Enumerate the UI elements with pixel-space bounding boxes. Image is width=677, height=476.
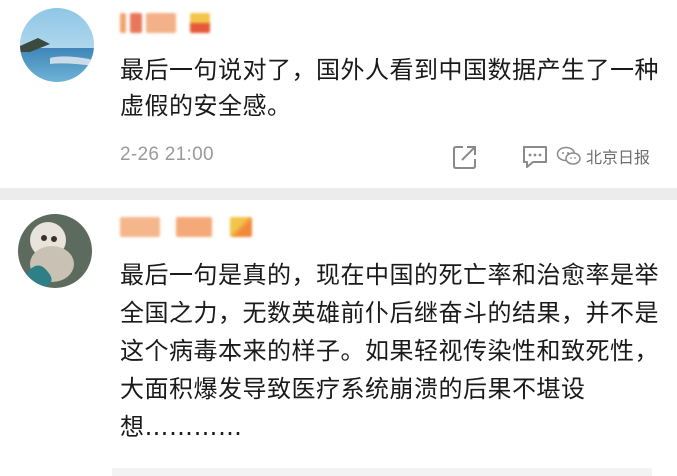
redacted-name-part [120,13,126,33]
share-icon [453,146,476,169]
avatar[interactable] [18,214,92,288]
redacted-name-part [120,217,160,237]
avatar-image [20,8,94,82]
redacted-name-part [164,217,172,237]
comment-button[interactable] [520,142,550,172]
comment-timestamp: 2-26 21:00 [120,144,214,165]
share-button[interactable] [450,142,480,172]
comment-text: 最后一句说对了，国外人看到中国数据产生了一种虚假的安全感。 [120,56,659,120]
wechat-icon [556,146,581,165]
comment-icon [523,146,547,168]
redacted-name-part [146,13,176,33]
watermark-text: 北京日报 [586,148,651,167]
username-redacted[interactable] [120,216,252,238]
redacted-name-part [130,13,142,33]
redacted-name-part [216,217,226,237]
user-badge [190,13,210,33]
comment-card-2: 最后一句是真的，现在中国的死亡率和治愈率是举全国之力，无数英雄前仆后继奋斗的结果… [0,200,677,476]
user-badge [230,217,252,237]
username-redacted[interactable] [120,12,210,34]
avatar-image [18,214,92,288]
redacted-name-part [176,217,212,237]
avatar[interactable] [20,8,94,82]
comment-card-1: 最后一句说对了，国外人看到中国数据产生了一种虚假的安全感。 2-26 21:00… [0,0,677,188]
comment-text: 最后一句是真的，现在中国的死亡率和治愈率是举全国之力，无数英雄前仆后继奋斗的结果… [120,261,659,441]
publisher-watermark: 北京日报 [556,144,650,168]
quoted-reply-area[interactable] [112,468,652,476]
redacted-name-part [180,13,186,33]
